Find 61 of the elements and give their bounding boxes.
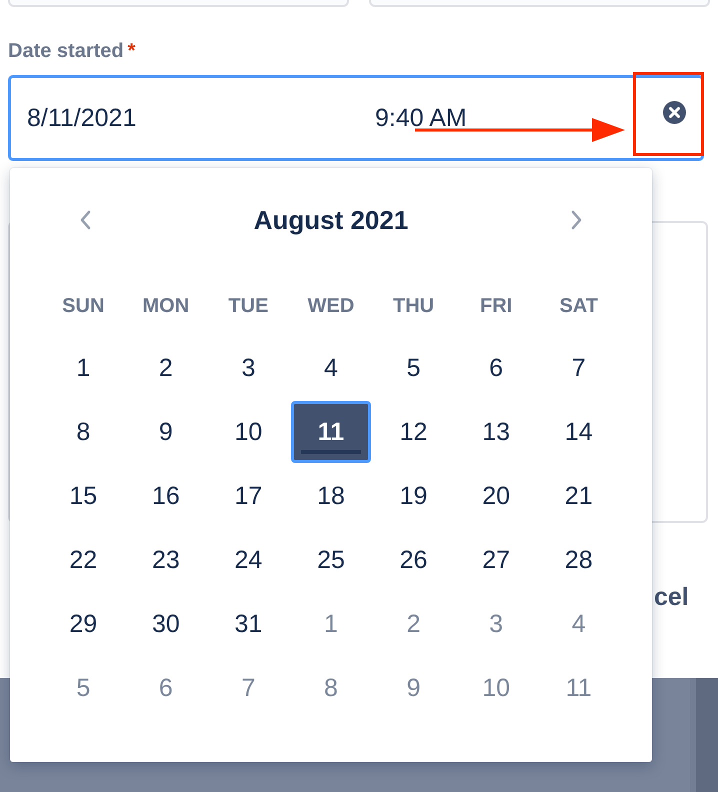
weekday-label: WED bbox=[308, 294, 354, 318]
text-field[interactable] bbox=[369, 0, 710, 7]
calendar-day[interactable]: 3 bbox=[456, 593, 536, 655]
required-mark: * bbox=[128, 40, 136, 62]
calendar-day[interactable]: 26 bbox=[374, 529, 454, 591]
weekday-label: SUN bbox=[62, 294, 104, 318]
calendar-day[interactable]: 14 bbox=[538, 401, 619, 463]
calendar-day[interactable]: 12 bbox=[374, 401, 454, 463]
calendar-day[interactable]: 3 bbox=[208, 337, 288, 399]
calendar-day[interactable]: 4 bbox=[290, 337, 371, 399]
calendar-day[interactable]: 2 bbox=[126, 337, 206, 399]
calendar-day[interactable]: 30 bbox=[126, 593, 206, 655]
calendar-day[interactable]: 6 bbox=[126, 657, 206, 719]
calendar-day[interactable]: 7 bbox=[538, 337, 619, 399]
field-label: Date started bbox=[8, 40, 124, 62]
calendar-day[interactable]: 20 bbox=[456, 465, 536, 527]
calendar-day[interactable]: 19 bbox=[374, 465, 454, 527]
calendar-day[interactable]: 5 bbox=[374, 337, 454, 399]
calendar-day[interactable]: 21 bbox=[538, 465, 619, 527]
calendar-day[interactable]: 11 bbox=[290, 401, 371, 463]
calendar-day[interactable]: 25 bbox=[290, 529, 371, 591]
month-title: August 2021 bbox=[254, 204, 408, 236]
text-field[interactable] bbox=[8, 0, 349, 7]
chevron-left-icon bbox=[78, 209, 92, 231]
calendar-day[interactable]: 1 bbox=[290, 593, 371, 655]
weekday-label: TUE bbox=[228, 294, 268, 318]
calendar-day[interactable]: 10 bbox=[456, 657, 536, 719]
calendar-day[interactable]: 11 bbox=[538, 657, 619, 719]
calendar-day[interactable]: 31 bbox=[208, 593, 288, 655]
weekday-label: SAT bbox=[559, 294, 598, 318]
calendar-day[interactable]: 24 bbox=[208, 529, 288, 591]
calendar-day[interactable]: 8 bbox=[290, 657, 371, 719]
calendar-day[interactable]: 9 bbox=[126, 401, 206, 463]
clear-icon[interactable] bbox=[663, 101, 686, 124]
calendar-day[interactable]: 13 bbox=[456, 401, 536, 463]
calendar-day[interactable]: 29 bbox=[43, 593, 124, 655]
calendar-day[interactable]: 5 bbox=[43, 657, 124, 719]
calendar-day[interactable]: 1 bbox=[43, 337, 124, 399]
weekday-label: FRI bbox=[480, 294, 512, 318]
date-value: 8/11/2021 bbox=[27, 104, 138, 132]
cancel-button[interactable]: cel bbox=[654, 583, 689, 612]
calendar-day[interactable]: 17 bbox=[208, 465, 288, 527]
calendar-day[interactable]: 4 bbox=[538, 593, 619, 655]
chevron-right-icon bbox=[570, 209, 584, 231]
calendar-day[interactable]: 8 bbox=[43, 401, 124, 463]
calendar-day[interactable]: 2 bbox=[374, 593, 454, 655]
calendar-day[interactable]: 22 bbox=[43, 529, 124, 591]
calendar-day[interactable]: 18 bbox=[290, 465, 371, 527]
calendar-day[interactable]: 6 bbox=[456, 337, 536, 399]
calendar-day[interactable]: 23 bbox=[126, 529, 206, 591]
date-time-field[interactable]: 8/11/2021 9:40 AM bbox=[8, 75, 704, 161]
calendar-day[interactable]: 15 bbox=[43, 465, 124, 527]
calendar-day[interactable]: 9 bbox=[374, 657, 454, 719]
weekday-label: THU bbox=[393, 294, 434, 318]
calendar-day[interactable]: 10 bbox=[208, 401, 288, 463]
calendar-day[interactable]: 27 bbox=[456, 529, 536, 591]
weekday-label: MON bbox=[142, 294, 190, 318]
calendar-day[interactable]: 28 bbox=[538, 529, 619, 591]
calendar-day[interactable]: 7 bbox=[208, 657, 288, 719]
calendar-day[interactable]: 16 bbox=[126, 465, 206, 527]
time-value: 9:40 AM bbox=[375, 104, 467, 132]
